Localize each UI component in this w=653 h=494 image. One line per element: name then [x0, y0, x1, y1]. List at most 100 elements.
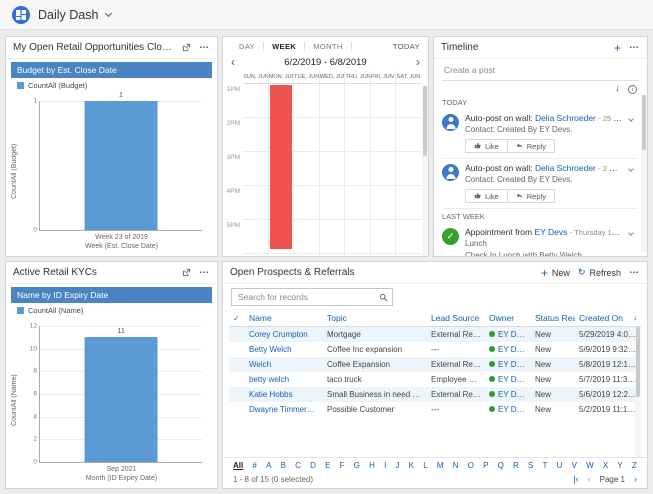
reply-button[interactable]: Reply	[508, 190, 554, 202]
jump-to-b[interactable]: B	[281, 461, 286, 470]
table-row[interactable]: betty welchtaco truckEmployee Refe...EY …	[229, 372, 641, 387]
calendar-day-column[interactable]	[370, 84, 396, 256]
calendar-day-column[interactable]	[344, 84, 370, 256]
row-checkbox-cell[interactable]	[229, 402, 245, 417]
more-options-icon[interactable]: …	[199, 41, 210, 51]
jump-to-c[interactable]: C	[295, 461, 301, 470]
refresh-button[interactable]: ↻ Refresh	[578, 267, 621, 278]
create-post-input[interactable]	[442, 62, 639, 80]
jump-to-p[interactable]: P	[483, 461, 488, 470]
cell-name[interactable]: Dwayne Timmerman	[245, 402, 323, 417]
jump-to-v[interactable]: V	[572, 461, 577, 470]
grid-scrollbar[interactable]	[635, 327, 641, 457]
timeline-entry[interactable]: Auto-post on wall: Delia Schroeder - 25 …	[442, 109, 637, 159]
timeline-entry[interactable]: Appointment from EY Devs - Thursday 12:0…	[442, 223, 637, 256]
calendar-scrollbar[interactable]	[422, 84, 428, 256]
like-button[interactable]: Like	[466, 140, 508, 152]
jump-to-e[interactable]: E	[325, 461, 330, 470]
previous-week-icon[interactable]: ‹	[231, 56, 243, 68]
cell-owner[interactable]: EY Devs	[485, 372, 531, 387]
calendar-day-column[interactable]	[243, 84, 268, 256]
table-row[interactable]: Katie HobbsSmall Business in need of Loa…	[229, 387, 641, 402]
popout-icon[interactable]	[182, 268, 191, 277]
record-link[interactable]: Delia Schroeder	[535, 163, 596, 173]
cell-owner[interactable]: EY Devs	[485, 402, 531, 417]
row-checkbox-cell[interactable]	[229, 387, 245, 402]
like-button[interactable]: Like	[466, 190, 508, 202]
calendar-tab-week[interactable]: WEEK	[264, 42, 305, 51]
cell-name[interactable]: Katie Hobbs	[245, 387, 323, 402]
sort-timeline-icon[interactable]: ↓	[615, 84, 620, 94]
popout-icon[interactable]	[182, 43, 191, 52]
record-link[interactable]: EY Devs	[534, 227, 567, 237]
calendar-day-column[interactable]	[395, 84, 421, 256]
chart-bar[interactable]: 1	[85, 101, 158, 230]
info-icon[interactable]: i	[628, 85, 637, 94]
jump-to-s[interactable]: S	[528, 461, 533, 470]
cell-owner[interactable]: EY Devs	[485, 327, 531, 343]
jump-to-i[interactable]: I	[384, 461, 386, 470]
table-row[interactable]: Betty WelchCoffee Inc expansion---EY Dev…	[229, 342, 641, 357]
jump-to-g[interactable]: G	[354, 461, 360, 470]
calendar-day-column[interactable]	[293, 84, 319, 256]
cell-owner[interactable]: EY Devs	[485, 342, 531, 357]
jump-to-z[interactable]: Z	[632, 461, 637, 470]
today-button[interactable]: TODAY	[393, 42, 420, 51]
calendar-tab-day[interactable]: DAY	[231, 42, 264, 51]
cell-name[interactable]: Betty Welch	[245, 342, 323, 357]
column-header-created-on[interactable]: Created On↓	[575, 309, 641, 327]
column-header-name[interactable]: Name	[245, 309, 323, 327]
jump-to-u[interactable]: U	[557, 461, 563, 470]
column-header-topic[interactable]: Topic	[323, 309, 427, 327]
jump-to-l[interactable]: L	[423, 461, 427, 470]
next-page-icon[interactable]: ›	[634, 474, 637, 484]
add-timeline-record-icon[interactable]: +	[614, 42, 621, 54]
select-all-checkbox[interactable]: ✓	[229, 309, 245, 327]
sort-descending-icon[interactable]: ↓	[633, 313, 637, 322]
jump-to-all[interactable]: All	[233, 461, 243, 470]
jump-to-y[interactable]: Y	[617, 461, 622, 470]
jump-to-r[interactable]: R	[513, 461, 519, 470]
row-checkbox-cell[interactable]	[229, 342, 245, 357]
cell-owner[interactable]: EY Devs	[485, 387, 531, 402]
cell-name[interactable]: Welch	[245, 357, 323, 372]
cell-name[interactable]: betty welch	[245, 372, 323, 387]
next-week-icon[interactable]: ›	[408, 56, 420, 68]
more-options-icon[interactable]: …	[629, 266, 640, 276]
table-row[interactable]: Dwayne TimmermanPossible Customer---EY D…	[229, 402, 641, 417]
collapse-entry-icon[interactable]	[629, 227, 637, 256]
collapse-entry-icon[interactable]	[629, 113, 637, 156]
cell-owner[interactable]: EY Devs	[485, 357, 531, 372]
new-button[interactable]: + New	[541, 266, 570, 280]
first-page-icon[interactable]: |‹	[573, 474, 578, 484]
jump-to-t[interactable]: T	[543, 461, 548, 470]
jump-to-w[interactable]: W	[586, 461, 594, 470]
record-link[interactable]: Delia Schroeder	[535, 113, 596, 123]
jump-to-#[interactable]: #	[252, 461, 256, 470]
more-options-icon[interactable]: …	[629, 41, 640, 51]
jump-to-m[interactable]: M	[437, 461, 444, 470]
column-header-status-reas-[interactable]: Status Reas...	[531, 309, 575, 327]
row-checkbox-cell[interactable]	[229, 357, 245, 372]
timeline-entry[interactable]: Auto-post on wall: Delia Schroeder - 2 H…	[442, 159, 637, 209]
jump-to-n[interactable]: N	[453, 461, 459, 470]
dashboard-selector-chevron-icon[interactable]	[105, 9, 112, 16]
table-row[interactable]: WelchCoffee ExpansionExternal ReferralEY…	[229, 357, 641, 372]
jump-to-d[interactable]: D	[310, 461, 316, 470]
previous-page-icon[interactable]: ‹	[588, 474, 591, 484]
jump-to-h[interactable]: H	[369, 461, 375, 470]
timeline-scrollbar[interactable]	[641, 95, 647, 252]
column-header-lead-source[interactable]: Lead Source	[427, 309, 485, 327]
jump-to-k[interactable]: K	[409, 461, 414, 470]
chart-bar[interactable]: 11	[85, 337, 158, 462]
search-input[interactable]	[236, 289, 379, 305]
calendar-tab-month[interactable]: MONTH	[305, 42, 352, 51]
table-row[interactable]: Corey CrumptonMortgageExternal ReferralE…	[229, 327, 641, 343]
row-checkbox-cell[interactable]	[229, 372, 245, 387]
jump-to-a[interactable]: A	[266, 461, 271, 470]
collapse-entry-icon[interactable]	[629, 163, 637, 206]
jump-to-q[interactable]: Q	[498, 461, 504, 470]
column-header-owner[interactable]: Owner	[485, 309, 531, 327]
cell-name[interactable]: Corey Crumpton	[245, 327, 323, 343]
row-checkbox-cell[interactable]	[229, 327, 245, 343]
